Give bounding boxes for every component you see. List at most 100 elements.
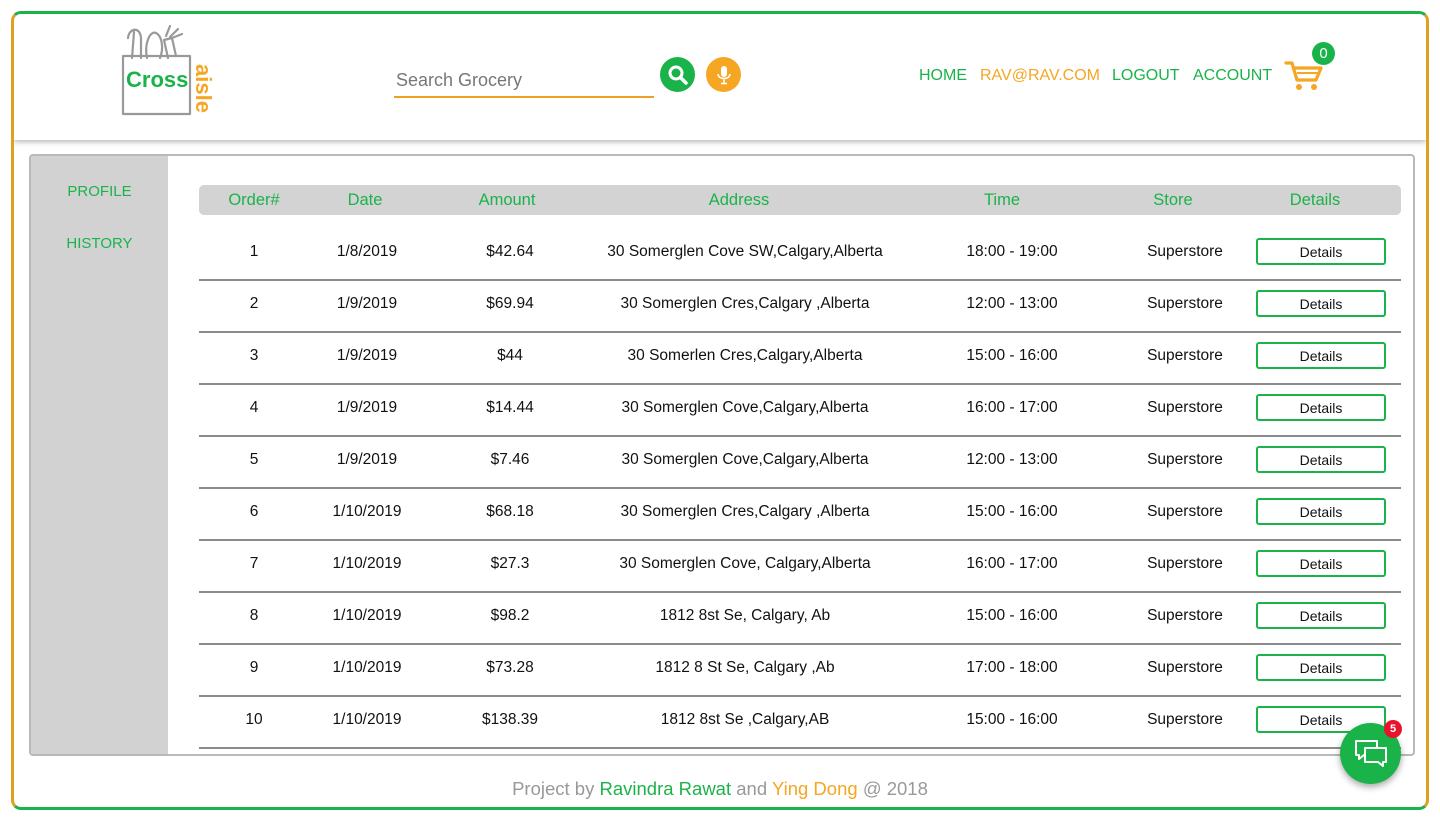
column-header-amount: Amount: [478, 191, 536, 209]
details-button[interactable]: Details: [1256, 498, 1386, 525]
table-row: 1 1/8/2019 $42.64 30 Somerglen Cove SW,Calg…: [199, 229, 1401, 281]
cell-time: 12:00 - 13:00: [966, 295, 1058, 312]
svg-text:aisle: aisle: [191, 64, 216, 113]
nav-logout[interactable]: LOGOUT: [1112, 67, 1180, 85]
sidebar-item-history[interactable]: HISTORY: [31, 235, 168, 252]
nav-home[interactable]: HOME: [919, 67, 967, 85]
cell-store: Superstore: [1147, 659, 1223, 676]
cell-order: 1: [249, 243, 259, 260]
table-row: 7 1/10/2019 $27.3 30 Somerglen Cove, Calgar…: [199, 541, 1401, 593]
cell-address: 30 Somerglen Cres,Calgary ,Alberta: [620, 503, 870, 520]
app-frame: Cross aisle HOME RAV@RAV.COM LOGOUT ACCO…: [11, 11, 1429, 810]
cell-address: 30 Somerlen Cres,Calgary,Alberta: [627, 347, 863, 364]
nav-user-email[interactable]: RAV@RAV.COM: [980, 67, 1100, 85]
column-header-order: Order#: [228, 191, 280, 209]
cell-store: Superstore: [1147, 711, 1223, 728]
cell-time: 12:00 - 13:00: [966, 451, 1058, 468]
cell-order: 5: [249, 451, 259, 468]
cell-date: 1/9/2019: [336, 451, 398, 468]
footer-author-2: Ying Dong: [771, 778, 858, 799]
cell-order: 7: [249, 555, 259, 572]
cell-amount: $138.39: [481, 711, 539, 728]
order-history-panel: PROFILE HISTORY Order# Date Amount Addre…: [29, 154, 1415, 756]
search-button[interactable]: [660, 57, 695, 92]
column-header-store: Store: [1153, 191, 1193, 209]
footer-author-1: Ravindra Rawat: [599, 778, 732, 799]
cell-address: 30 Somerglen Cove,Calgary,Alberta: [621, 399, 869, 416]
cell-time: 17:00 - 18:00: [966, 659, 1058, 676]
footer-and: and: [736, 778, 768, 799]
table-row: 10 1/10/2019 $138.39 1812 8st Se ,Calgary,A…: [199, 697, 1401, 749]
cell-store: Superstore: [1147, 399, 1223, 416]
details-button[interactable]: Details: [1256, 602, 1386, 629]
table-row: 6 1/10/2019 $68.18 30 Somerglen Cres,Calgar…: [199, 489, 1401, 541]
cell-time: 16:00 - 17:00: [966, 555, 1058, 572]
cell-amount: $68.18: [486, 503, 534, 520]
svg-text:Cross: Cross: [126, 67, 188, 92]
crossaisle-logo[interactable]: Cross aisle: [120, 24, 230, 119]
cell-time: 15:00 - 16:00: [966, 711, 1058, 728]
details-button[interactable]: Details: [1256, 654, 1386, 681]
cell-date: 1/9/2019: [336, 399, 398, 416]
cell-date: 1/9/2019: [336, 347, 398, 364]
cell-date: 1/10/2019: [332, 607, 402, 624]
cell-address: 30 Somerglen Cove SW,Calgary,Alberta: [607, 243, 883, 260]
cell-amount: $44: [497, 347, 523, 364]
cell-date: 1/8/2019: [336, 243, 398, 260]
table-row: 3 1/9/2019 $44 30 Somerlen Cres,Calgary,Alb…: [199, 333, 1401, 385]
cell-amount: $98.2: [490, 607, 530, 624]
cell-address: 30 Somerglen Cove,Calgary,Alberta: [621, 451, 869, 468]
cell-address: 30 Somerglen Cove, Calgary,Alberta: [619, 555, 871, 572]
cell-amount: $69.94: [486, 295, 534, 312]
nav-account[interactable]: ACCOUNT: [1193, 67, 1272, 85]
footer-suffix: @ 2018: [862, 778, 928, 799]
details-button[interactable]: Details: [1256, 446, 1386, 473]
column-header-time: Time: [983, 191, 1021, 209]
cell-address: 1812 8st Se ,Calgary,AB: [660, 711, 830, 728]
table-row: 5 1/9/2019 $7.46 30 Somerglen Cove,Calgary,…: [199, 437, 1401, 489]
column-header-details: Details: [1289, 191, 1341, 209]
cell-date: 1/10/2019: [332, 503, 402, 520]
cell-order: 8: [249, 607, 259, 624]
column-header-address: Address: [708, 191, 770, 209]
cell-order: 6: [249, 503, 259, 520]
cell-order: 2: [249, 295, 259, 312]
cell-time: 16:00 - 17:00: [966, 399, 1058, 416]
table-row: 2 1/9/2019 $69.94 30 Somerglen Cres,Calgary…: [199, 281, 1401, 333]
details-button[interactable]: Details: [1256, 290, 1386, 317]
voice-search-button[interactable]: [706, 57, 741, 92]
cell-amount: $27.3: [490, 555, 530, 572]
details-button[interactable]: Details: [1256, 342, 1386, 369]
cell-address: 1812 8 St Se, Calgary ,Ab: [655, 659, 835, 676]
details-button[interactable]: Details: [1256, 238, 1386, 265]
sidebar-item-profile[interactable]: PROFILE: [31, 183, 168, 200]
cart-count-badge: 0: [1312, 42, 1335, 65]
cell-order: 9: [249, 659, 259, 676]
cell-address: 30 Somerglen Cres,Calgary ,Alberta: [620, 295, 870, 312]
cell-date: 1/10/2019: [332, 555, 402, 572]
table-row: 4 1/9/2019 $14.44 30 Somerglen Cove,Calgary…: [199, 385, 1401, 437]
table-row: 9 1/10/2019 $73.28 1812 8 St Se, Calgary ,A…: [199, 645, 1401, 697]
cell-order: 4: [249, 399, 259, 416]
footer-prefix: Project by: [512, 778, 595, 799]
table-header: Order# Date Amount Address Time Store De…: [199, 185, 1401, 215]
cell-time: 18:00 - 19:00: [966, 243, 1058, 260]
cell-time: 15:00 - 16:00: [966, 607, 1058, 624]
cell-order: 3: [249, 347, 259, 364]
cell-store: Superstore: [1147, 451, 1223, 468]
table-row: 8 1/10/2019 $98.2 1812 8st Se, Calgary, Ab 1…: [199, 593, 1401, 645]
cell-amount: $14.44: [486, 399, 534, 416]
cell-date: 1/9/2019: [336, 295, 398, 312]
cell-time: 15:00 - 16:00: [966, 347, 1058, 364]
search-icon: [668, 65, 688, 85]
search-input[interactable]: [394, 64, 654, 96]
chat-notification-badge: 5: [1384, 720, 1402, 738]
cell-store: Superstore: [1147, 295, 1223, 312]
cell-amount: $42.64: [486, 243, 534, 260]
details-button[interactable]: Details: [1256, 550, 1386, 577]
column-header-date: Date: [347, 191, 383, 209]
details-button[interactable]: Details: [1256, 394, 1386, 421]
cell-store: Superstore: [1147, 555, 1223, 572]
chat-icon: [1354, 739, 1387, 767]
cell-time: 15:00 - 16:00: [966, 503, 1058, 520]
